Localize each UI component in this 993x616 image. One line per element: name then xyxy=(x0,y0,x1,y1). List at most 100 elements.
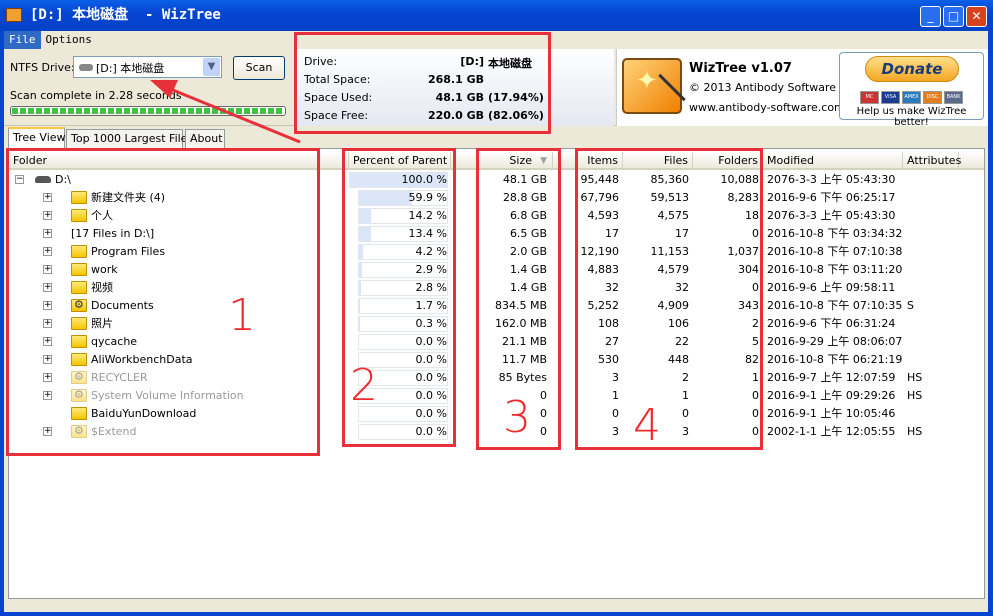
table-row[interactable]: + 照片 0.3 % 162.0 MB 108 106 2 2016-9-6 下… xyxy=(9,315,984,333)
folder-name: AliWorkbenchData xyxy=(91,353,193,366)
column-folders[interactable]: Folders xyxy=(693,152,763,170)
folders: 0 xyxy=(752,227,759,240)
scan-status: Scan complete in 2.28 seconds xyxy=(10,89,182,102)
files: 17 xyxy=(675,227,689,240)
menu-file[interactable]: File xyxy=(4,31,41,49)
menu-options[interactable]: Options xyxy=(41,31,97,49)
folder-name: Documents xyxy=(91,299,154,312)
items: 3 xyxy=(612,425,619,438)
expand-icon[interactable]: + xyxy=(43,301,52,310)
size: 1.4 GB xyxy=(509,263,547,276)
size: 6.5 GB xyxy=(509,227,547,240)
scan-button[interactable]: Scan xyxy=(233,56,285,80)
expand-icon[interactable]: + xyxy=(43,193,52,202)
modified: 2016-10-8 下午 06:21:19 xyxy=(767,353,903,366)
table-row[interactable]: − D:\ 100.0 % 48.1 GB 95,448 85,360 10,0… xyxy=(9,171,984,189)
percent-of-parent: 59.9 % xyxy=(408,191,447,204)
tab-tree-view[interactable]: Tree View xyxy=(8,127,66,149)
table-row[interactable]: + work 2.9 % 1.4 GB 4,883 4,579 304 2016… xyxy=(9,261,984,279)
expand-icon[interactable]: + xyxy=(43,283,52,292)
modified: 2016-9-1 上午 10:05:46 xyxy=(767,407,896,420)
table-row[interactable]: + [17 Files in D:\] 13.4 % 6.5 GB 17 17 … xyxy=(9,225,984,243)
folders: 0 xyxy=(752,425,759,438)
table-row[interactable]: + qycache 0.0 % 21.1 MB 27 22 5 2016-9-2… xyxy=(9,333,984,351)
modified: 2016-10-8 下午 03:11:20 xyxy=(767,263,903,276)
scan-progress-bar xyxy=(10,106,286,116)
tab-about[interactable]: About xyxy=(185,129,225,148)
table-row[interactable]: + Program Files 4.2 % 2.0 GB 12,190 11,1… xyxy=(9,243,984,261)
expand-icon[interactable]: + xyxy=(43,265,52,274)
percent-of-parent: 13.4 % xyxy=(408,227,447,240)
folders: 5 xyxy=(752,335,759,348)
percent-of-parent: 14.2 % xyxy=(408,209,447,222)
table-row[interactable]: + 视频 2.8 % 1.4 GB 32 32 0 2016-9-6 上午 09… xyxy=(9,279,984,297)
expand-icon[interactable]: + xyxy=(43,229,52,238)
table-row[interactable]: + System Volume Information 0.0 % 0 1 1 … xyxy=(9,387,984,405)
minimize-button[interactable]: _ xyxy=(920,6,941,27)
column-files[interactable]: Files xyxy=(623,152,693,170)
sort-descending-icon: ▼ xyxy=(540,156,547,166)
drive-info-extra: (82.06%) xyxy=(488,109,544,122)
website-link[interactable]: www.antibody-software.com xyxy=(689,101,845,114)
column-items[interactable]: Items xyxy=(553,152,623,170)
column-size[interactable]: Size ▼ xyxy=(451,152,553,170)
column-folder[interactable]: Folder xyxy=(9,152,349,170)
folder-name: [17 Files in D:\] xyxy=(71,227,155,240)
donate-button[interactable]: Donate MC VISA AMEX DISC BANK Help us make W… xyxy=(839,52,984,128)
table-row[interactable]: + 个人 14.2 % 6.8 GB 4,593 4,575 18 2076-3… xyxy=(9,207,984,225)
percent-of-parent: 0.3 % xyxy=(415,317,447,330)
maximize-button[interactable]: □ xyxy=(943,6,964,27)
files: 3 xyxy=(682,425,689,438)
percent-of-parent: 2.9 % xyxy=(415,263,447,276)
table-row[interactable]: BaiduYunDownload 0.0 % 0 0 0 0 2016-9-1 … xyxy=(9,405,984,423)
expand-icon[interactable]: + xyxy=(43,337,52,346)
modified: 2076-3-3 上午 05:43:30 xyxy=(767,173,896,186)
close-button[interactable]: ✕ xyxy=(966,6,987,27)
size: 2.0 GB xyxy=(509,245,547,258)
size: 21.1 MB xyxy=(501,335,547,348)
modified: 2076-3-3 上午 05:43:30 xyxy=(767,209,896,222)
column-size-label: Size xyxy=(509,154,532,167)
folder-tree-list[interactable]: Folder Percent of Parent Size ▼ Items Fil… xyxy=(8,148,985,599)
size: 28.8 GB xyxy=(502,191,547,204)
items: 12,190 xyxy=(580,245,620,258)
column-modified[interactable]: Modified xyxy=(763,152,903,170)
expand-icon[interactable]: + xyxy=(43,373,52,382)
folder-name: work xyxy=(91,263,118,276)
expand-icon[interactable]: + xyxy=(43,247,52,256)
items: 27 xyxy=(605,335,619,348)
payment-cards: MC VISA AMEX DISC BANK xyxy=(860,88,965,104)
chevron-down-icon[interactable]: ▼ xyxy=(203,58,220,76)
title-bar: [D:] 本地磁盘 - WizTree xyxy=(0,0,993,31)
expand-icon[interactable]: + xyxy=(43,427,52,436)
column-attributes[interactable]: Attributes xyxy=(903,152,961,170)
folder-name: 视频 xyxy=(91,281,113,294)
size: 1.4 GB xyxy=(509,281,547,294)
modified: 2016-9-6 下午 06:25:17 xyxy=(767,191,896,204)
expand-icon[interactable]: + xyxy=(43,355,52,364)
expand-icon[interactable]: + xyxy=(43,211,52,220)
expand-icon[interactable]: + xyxy=(43,319,52,328)
table-row[interactable]: + AliWorkbenchData 0.0 % 11.7 MB 530 448… xyxy=(9,351,984,369)
percent-of-parent: 100.0 % xyxy=(401,173,447,186)
tab-top-1000-largest-files[interactable]: Top 1000 Largest Files xyxy=(66,129,193,148)
drive-info-label: Total Space: xyxy=(304,73,371,86)
percent-of-parent: 2.8 % xyxy=(415,281,447,294)
table-row[interactable]: + $Extend 0.0 % 0 3 3 0 2002-1-1 上午 12:0… xyxy=(9,423,984,441)
expand-icon[interactable]: + xyxy=(43,391,52,400)
copyright: © 2013 Antibody Software xyxy=(689,81,837,94)
folder-name: D:\ xyxy=(55,173,71,186)
table-row[interactable]: + 新建文件夹 (4) 59.9 % 28.8 GB 67,796 59,513… xyxy=(9,189,984,207)
table-row[interactable]: + RECYCLER 0.0 % 85 Bytes 3 2 1 2016-9-7… xyxy=(9,369,984,387)
modified: 2016-9-6 上午 09:58:11 xyxy=(767,281,896,294)
items: 0 xyxy=(612,407,619,420)
size: 162.0 MB xyxy=(494,317,547,330)
folders: 0 xyxy=(752,407,759,420)
folder-icon xyxy=(71,209,87,222)
drive-select[interactable]: [D:] 本地磁盘 ▼ xyxy=(73,56,222,78)
window-frame xyxy=(0,612,993,616)
column-percent-of-parent[interactable]: Percent of Parent xyxy=(349,152,451,170)
collapse-icon[interactable]: − xyxy=(15,175,24,184)
table-row[interactable]: + Documents 1.7 % 834.5 MB 5,252 4,909 3… xyxy=(9,297,984,315)
modified: 2016-9-29 上午 08:06:07 xyxy=(767,335,903,348)
